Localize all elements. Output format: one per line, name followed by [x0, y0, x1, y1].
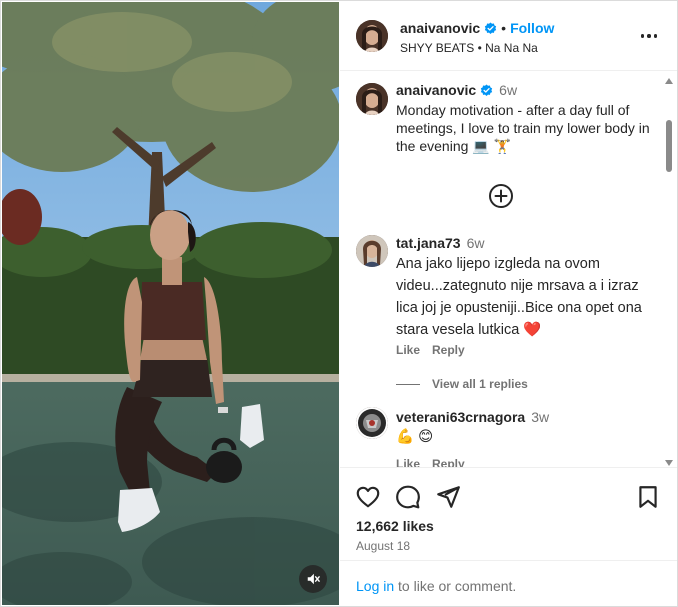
scrollbar-thumb[interactable] [666, 120, 672, 172]
comment-text: Ana jako lijepo izgleda na ovom videu...… [396, 256, 642, 338]
speaker-muted-icon [307, 573, 320, 585]
load-more-comments-icon[interactable] [488, 183, 514, 209]
heart-icon[interactable] [355, 484, 381, 510]
post-video[interactable] [2, 2, 339, 605]
comments-scrollbar[interactable] [664, 76, 674, 468]
author-avatar[interactable] [356, 20, 388, 52]
login-link[interactable]: Log in [356, 578, 394, 594]
mute-toggle-button[interactable] [299, 565, 327, 593]
separator-dot: • [501, 20, 507, 36]
likes-count[interactable]: 12,662 likes [356, 518, 434, 534]
comment-reply-button[interactable]: Reply [432, 457, 465, 467]
caption-time[interactable]: 6w [499, 82, 517, 98]
comment-like-button[interactable]: Like [396, 457, 420, 467]
comment-reply-button[interactable]: Reply [432, 343, 465, 357]
view-replies-button[interactable]: View all 1 replies [396, 377, 528, 391]
login-prompt-text: to like or comment. [394, 578, 517, 594]
caption-text: Monday motivation - after a day full of … [396, 102, 650, 154]
view-replies-label: View all 1 replies [432, 377, 528, 391]
comment-actions: Like Reply [396, 343, 477, 357]
avatar-image [356, 83, 388, 115]
comment-actions: Like Reply [396, 457, 477, 467]
post-actions: 12,662 likes August 18 Log in to like or… [340, 468, 677, 605]
comment-text: 💪 😊 [396, 429, 434, 445]
scroll-up-arrow-icon[interactable] [665, 78, 673, 84]
follow-button[interactable]: Follow [510, 20, 554, 36]
comment-like-button[interactable]: Like [396, 343, 420, 357]
caption-author-avatar[interactable] [356, 83, 388, 115]
caption-username[interactable]: anaivanovic [396, 82, 476, 98]
scroll-down-arrow-icon[interactable] [665, 460, 673, 466]
post-details-panel: anaivanovic • Follow SHYY BEATS • Na Na Na… [340, 2, 677, 605]
post-date[interactable]: August 18 [356, 539, 410, 553]
more-options-icon[interactable] [637, 28, 661, 44]
comment-header: veterani63crnagora 3w [396, 409, 549, 427]
video-frame-illustration [2, 2, 339, 605]
commenter-avatar[interactable] [356, 407, 388, 439]
author-username[interactable]: anaivanovic [400, 20, 480, 36]
avatar-image [356, 407, 388, 439]
comment-username[interactable]: veterani63crnagora [396, 409, 525, 425]
audio-track-link[interactable]: SHYY BEATS • Na Na Na [400, 41, 538, 55]
comment-username[interactable]: tat.jana73 [396, 235, 461, 251]
verified-badge-icon [484, 22, 497, 38]
avatar-image [356, 235, 388, 267]
verified-badge-icon [480, 84, 493, 102]
caption-header: anaivanovic 6w [396, 82, 654, 102]
header-user-row: anaivanovic • Follow [400, 20, 554, 38]
comments-section[interactable]: anaivanovic 6w Monday motivation - after … [340, 71, 677, 468]
comment-header: tat.jana73 6w [396, 235, 485, 253]
commenter-avatar[interactable] [356, 235, 388, 267]
share-icon[interactable] [435, 484, 461, 510]
avatar-image [356, 20, 388, 52]
post-dialog: anaivanovic • Follow SHYY BEATS • Na Na Na… [0, 0, 678, 607]
post-header: anaivanovic • Follow SHYY BEATS • Na Na Na [340, 2, 677, 71]
comment-time[interactable]: 3w [531, 409, 549, 425]
replies-divider [396, 383, 420, 385]
comment-icon[interactable] [395, 484, 421, 510]
save-bookmark-icon[interactable] [635, 484, 661, 510]
comment-time[interactable]: 6w [467, 235, 485, 251]
login-prompt: Log in to like or comment. [340, 560, 677, 606]
